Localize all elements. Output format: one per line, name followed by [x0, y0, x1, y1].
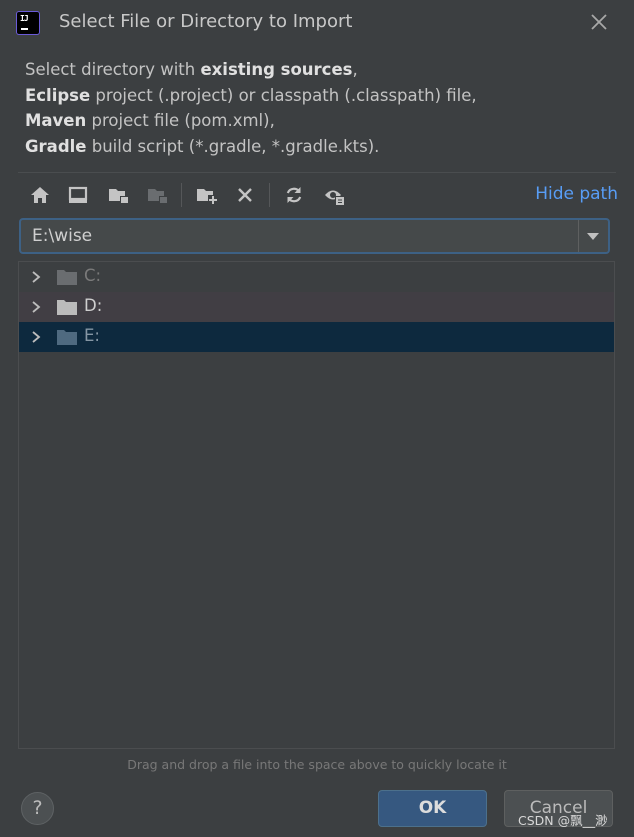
delete-button[interactable] [232, 182, 258, 208]
module-folder-icon [148, 189, 168, 204]
chevron-right-icon [32, 301, 41, 313]
show-hidden-icon [325, 190, 345, 206]
dialog-title: Select File or Directory to Import [59, 11, 353, 32]
close-icon [591, 14, 607, 30]
folder-icon [57, 300, 77, 315]
home-icon [31, 187, 49, 203]
file-chooser-toolbar: Hide path [18, 176, 618, 214]
tree-item-label: C: [84, 266, 102, 285]
desktop-icon [68, 186, 88, 203]
folder-icon [57, 270, 77, 285]
tree-item-label: D: [84, 296, 103, 315]
divider [18, 172, 616, 173]
delete-icon [238, 188, 252, 202]
path-input[interactable] [21, 220, 578, 252]
path-history-dropdown[interactable] [579, 220, 608, 252]
tree-item-d-drive[interactable]: D: [19, 292, 614, 322]
path-combobox [19, 218, 610, 254]
description-line: Gradle build script (*.gradle, *.gradle.… [25, 136, 380, 156]
refresh-button[interactable] [281, 182, 307, 208]
description-line: Select directory with existing sources, [25, 60, 358, 79]
new-folder-button[interactable] [193, 182, 219, 208]
chevron-down-icon [587, 233, 599, 240]
tree-item-e-drive[interactable]: E: [19, 322, 614, 352]
description-line: Maven project file (pom.xml), [25, 111, 275, 130]
folder-icon [57, 330, 77, 345]
new-folder-icon [197, 189, 218, 205]
dialog-description: Select directory with existing sources, … [25, 57, 477, 159]
watermark: CSDN @飘__渺 [518, 813, 608, 828]
toolbar-separator [269, 183, 270, 207]
toolbar-separator [181, 183, 182, 207]
tree-item-label: E: [84, 326, 100, 345]
ok-button[interactable]: OK [378, 790, 487, 827]
title-bar: IJ Select File or Directory to Import [0, 0, 634, 46]
desktop-directory-button[interactable] [65, 182, 91, 208]
refresh-icon [286, 187, 302, 203]
tree-item-c-drive[interactable]: C: [19, 262, 614, 292]
hide-path-link[interactable]: Hide path [535, 184, 618, 204]
show-hidden-files-button[interactable] [321, 182, 347, 208]
drag-drop-hint: Drag and drop a file into the space abov… [127, 757, 507, 772]
directory-tree[interactable]: C: D: E: [18, 261, 615, 749]
close-button[interactable] [588, 11, 610, 33]
intellij-logo-icon: IJ [17, 12, 39, 34]
project-directory-button[interactable] [105, 182, 131, 208]
home-directory-button[interactable] [27, 182, 53, 208]
help-button[interactable]: ? [21, 792, 54, 825]
module-directory-button[interactable] [144, 182, 170, 208]
project-folder-icon [109, 189, 129, 204]
description-line: Eclipse project (.project) or classpath … [25, 85, 477, 105]
chevron-right-icon [32, 331, 41, 343]
chevron-right-icon [32, 271, 41, 283]
